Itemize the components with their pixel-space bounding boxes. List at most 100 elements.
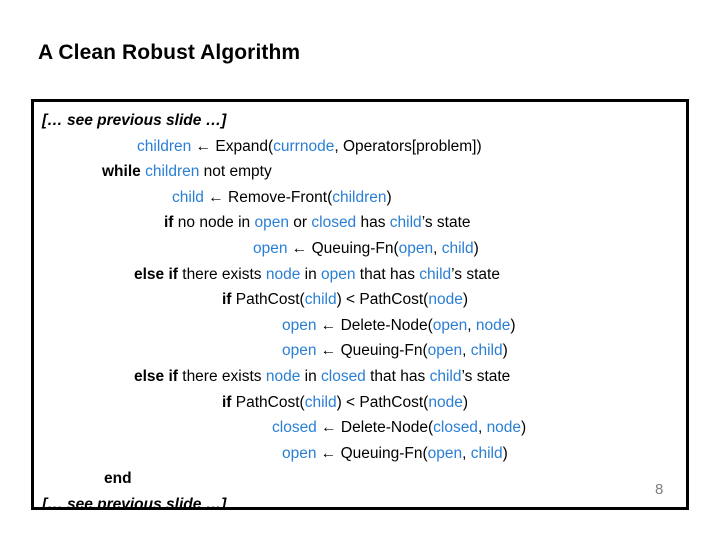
pseudocode-token: ) — [386, 188, 392, 206]
pseudocode-token: ← — [208, 188, 224, 206]
pseudocode-token: closed — [272, 419, 317, 437]
pseudocode-token: ) — [462, 291, 468, 309]
pseudocode-token: , — [467, 316, 476, 334]
pseudocode-token: node — [486, 419, 522, 437]
pseudocode-token: currnode — [273, 137, 335, 155]
pseudocode-token: ← — [291, 239, 308, 257]
pseudocode-token: child — [172, 188, 204, 206]
pseudocode-line: [… see previous slide …] — [42, 492, 676, 510]
pseudocode-token: ) — [510, 316, 516, 334]
pseudocode-line: open ← Queuing-Fn(open, child) — [42, 441, 676, 467]
pseudocode-token: Expand( — [211, 137, 274, 155]
pseudocode-token: else if — [134, 265, 178, 283]
pseudocode-token: no node in — [173, 214, 255, 232]
pseudocode-token: open — [253, 239, 288, 257]
pseudocode-token: PathCost( — [231, 291, 305, 309]
pseudocode-token: open — [282, 444, 317, 462]
pseudocode-token: child — [441, 239, 474, 257]
pseudocode-token: ← — [320, 444, 337, 462]
pseudocode-token: ) — [462, 393, 468, 411]
pseudocode-token: [… see previous slide …] — [42, 495, 227, 510]
page-number: 8 — [655, 481, 664, 498]
pseudocode-token: ← — [320, 342, 337, 360]
pseudocode-token: ) — [473, 239, 479, 257]
pseudocode-token: has — [356, 214, 390, 232]
pseudocode-token: in — [300, 265, 321, 283]
pseudocode-token: ← — [195, 137, 212, 155]
pseudocode-token: PathCost( — [231, 393, 305, 411]
pseudocode-line: if PathCost(child) < PathCost(node) — [42, 390, 676, 416]
pseudocode-token: ’s state — [451, 265, 500, 283]
pseudocode-token: ← — [321, 419, 337, 437]
pseudocode-token: , — [433, 239, 442, 257]
pseudocode-token: node — [265, 265, 301, 283]
pseudocode-line: [… see previous slide …] — [42, 108, 676, 134]
pseudocode-token: that has — [365, 367, 430, 385]
pseudocode-token: ) — [502, 342, 508, 360]
pseudocode-token: Delete-Node( — [336, 316, 433, 334]
slide-canvas: A Clean Robust Algorithm [… see previous… — [0, 0, 720, 540]
pseudocode-token: Remove-Front( — [223, 188, 333, 206]
pseudocode-token: ← — [320, 316, 337, 334]
pseudocode-token: node — [428, 291, 463, 309]
pseudocode-token: , — [462, 444, 471, 462]
pseudocode-token: node — [475, 316, 511, 334]
pseudocode-token: open — [398, 239, 434, 257]
pseudocode-token: closed — [311, 214, 357, 232]
pseudocode-token: child — [429, 367, 462, 385]
pseudocode-token: there exists — [177, 367, 266, 385]
pseudocode-token: child — [304, 393, 337, 411]
pseudocode-token: else if — [134, 367, 178, 385]
pseudocode-token: , Operators[problem]) — [334, 137, 482, 155]
pseudocode-line: children ← Expand(currnode, Operators[pr… — [42, 134, 676, 160]
pseudocode-token: Queuing-Fn( — [307, 239, 399, 257]
pseudocode-token: ) < PathCost( — [336, 393, 429, 411]
pseudocode-token: closed — [433, 419, 478, 437]
pseudocode-line: open ← Queuing-Fn(open, child) — [42, 236, 676, 262]
pseudocode-token: child — [304, 291, 337, 309]
pseudocode-line: if PathCost(child) < PathCost(node) — [42, 287, 676, 313]
pseudocode-token: not empty — [199, 163, 272, 181]
pseudocode-token: children — [332, 188, 387, 206]
pseudocode-token: node — [428, 393, 463, 411]
pseudocode-token: while — [102, 163, 141, 181]
pseudocode-token: open — [432, 316, 468, 334]
pseudocode-token: child — [470, 342, 503, 360]
pseudocode-token: [… see previous slide …] — [42, 112, 227, 129]
pseudocode-token: open — [254, 214, 289, 232]
pseudocode-token: open — [427, 444, 463, 462]
pseudocode-token: that has — [355, 265, 420, 283]
pseudocode-token: ’s state — [461, 367, 511, 385]
pseudocode-token: children — [137, 137, 192, 155]
pseudocode-token: child — [470, 444, 503, 462]
pseudocode-token: Delete-Node( — [336, 419, 434, 437]
pseudocode-box: [… see previous slide …] children ← Expan… — [31, 99, 689, 510]
pseudocode-token: children — [145, 163, 200, 181]
pseudocode-token: Queuing-Fn( — [336, 342, 428, 360]
pseudocode-token: there exists — [177, 265, 266, 283]
pseudocode-token: open — [321, 265, 356, 283]
pseudocode-token: end — [104, 470, 132, 488]
pseudocode-line: end — [42, 466, 676, 492]
pseudocode-line: if no node in open or closed has child’s… — [42, 210, 676, 236]
pseudocode-line: else if there exists node in closed that… — [42, 364, 676, 390]
pseudocode-token: or — [288, 214, 312, 232]
pseudocode-token: open — [282, 316, 317, 334]
pseudocode-token: ) — [521, 419, 527, 437]
pseudocode-token: , — [477, 419, 487, 437]
pseudocode-line: else if there exists node in open that h… — [42, 262, 676, 288]
pseudocode-lines: [… see previous slide …] children ← Expan… — [34, 102, 686, 510]
pseudocode-token: node — [265, 367, 301, 385]
pseudocode-token: ’s state — [421, 214, 471, 232]
pseudocode-line: child ← Remove-Front(children) — [42, 185, 676, 211]
pseudocode-token: , — [462, 342, 471, 360]
pseudocode-token: child — [419, 265, 452, 283]
pseudocode-token: in — [300, 367, 321, 385]
pseudocode-line: open ← Delete-Node(open, node) — [42, 313, 676, 339]
pseudocode-token: ) — [502, 444, 508, 462]
pseudocode-token: closed — [321, 367, 366, 385]
pseudocode-line: closed ← Delete-Node(closed, node) — [42, 415, 676, 441]
pseudocode-token: Queuing-Fn( — [336, 444, 428, 462]
page-title: A Clean Robust Algorithm — [38, 41, 301, 64]
pseudocode-token: ) < PathCost( — [336, 291, 429, 309]
